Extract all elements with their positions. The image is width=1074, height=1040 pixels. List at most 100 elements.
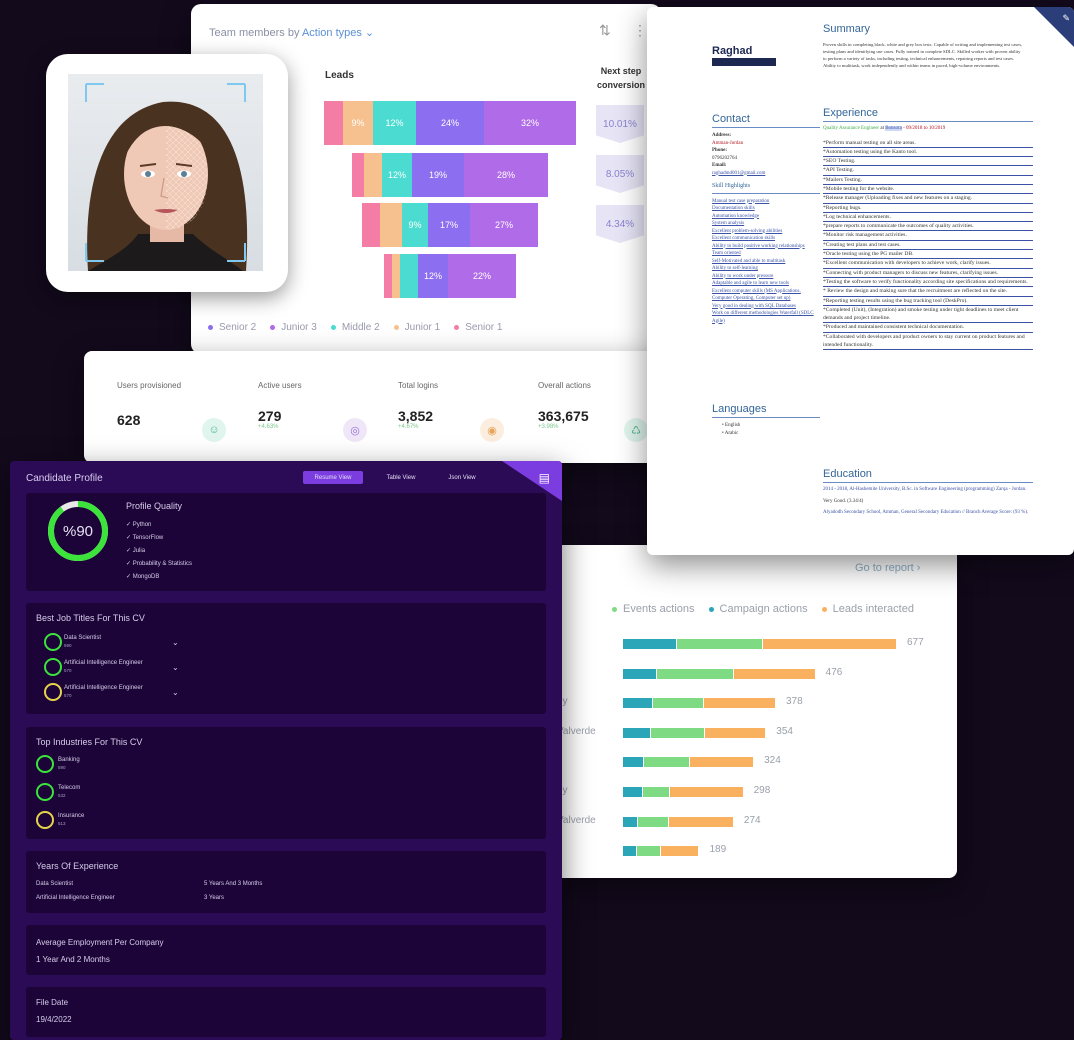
skill-highlight: Work on different methodologies Waterfal… bbox=[712, 311, 814, 324]
skill-highlight: Excellent problem-solving abilities bbox=[712, 228, 783, 234]
bar-segment-leads bbox=[734, 668, 815, 679]
resume-name: Raghad bbox=[712, 45, 776, 66]
skill-highlight: Ability to self-learning bbox=[712, 266, 758, 271]
stacked-bar bbox=[623, 668, 816, 679]
bar-segment-leads bbox=[763, 639, 896, 649]
stacked-bar bbox=[623, 727, 766, 738]
skill-highlight: Documentation skills bbox=[712, 206, 755, 211]
tab-json-view[interactable]: Json View bbox=[432, 471, 492, 484]
skill-highlight: Automation knowledge bbox=[712, 213, 760, 219]
experience-item: *Excellent communication with developers… bbox=[823, 259, 1033, 269]
contact-section: Contact Address: Amman-Jordan Phone: 079… bbox=[712, 113, 820, 325]
go-to-report-label: Go to report bbox=[855, 562, 914, 574]
job-item: Artificial Intelligence Engineer 570 bbox=[64, 685, 143, 698]
conversion-badge: 8.05% bbox=[596, 155, 644, 193]
funnel-segment: 12% bbox=[382, 153, 412, 197]
email-link[interactable]: raghadmd001@gmail.com bbox=[712, 170, 820, 178]
legend-item: Campaign actions bbox=[708, 603, 808, 615]
legend-item: Leads interacted bbox=[821, 603, 914, 615]
face-scan-image bbox=[68, 74, 263, 271]
login-icon: ◉ bbox=[480, 418, 504, 442]
skill-highlight: Excellent communication skills bbox=[712, 236, 776, 241]
funnel-segment: 22% bbox=[448, 254, 516, 298]
bar-value-label: 274 bbox=[743, 814, 761, 826]
languages-section: Languages • English • Arabic bbox=[712, 403, 820, 437]
tab-table-view[interactable]: Table View bbox=[371, 471, 431, 484]
conversion-badge: 10.01% bbox=[596, 105, 644, 143]
bar-value-label: 354 bbox=[776, 725, 793, 737]
industry-item: Insurance 513 bbox=[58, 813, 85, 826]
funnel-segment: 12% bbox=[418, 254, 448, 298]
go-to-report-link[interactable]: Go to report › bbox=[855, 562, 920, 574]
experience-item: *Perform manual testing on all site area… bbox=[823, 139, 1033, 148]
stat-value: 279 bbox=[258, 408, 282, 424]
skill-highlight: Team oriented bbox=[712, 251, 741, 256]
skill-highlight: System analysis bbox=[712, 221, 745, 226]
experience-item: *Monitor risk management activities. bbox=[823, 231, 1033, 241]
funnel-row: 12% 19% 28% bbox=[352, 153, 548, 197]
actions-bar-card: Go to report › Events actions Campaign a… bbox=[552, 545, 957, 878]
years-value: 3 Years bbox=[204, 895, 225, 901]
bar-segment-events bbox=[623, 727, 651, 738]
bars-legend: Events actions Campaign actions Leads in… bbox=[612, 603, 914, 615]
bar-value-label: 189 bbox=[709, 844, 727, 856]
job-item: Artificial Intelligence Engineer 570 bbox=[64, 660, 143, 673]
skill-item: ✓ Probability & Statistics bbox=[126, 561, 193, 567]
experience-section: Experience Quality Assurance Engineer at… bbox=[823, 107, 1033, 351]
legend-item: Senior 2 bbox=[208, 322, 256, 333]
skill-item: ✓ TensorFlow bbox=[126, 535, 164, 541]
sort-icon[interactable]: ⇅ bbox=[599, 22, 611, 39]
bar-segment-leads bbox=[660, 846, 699, 857]
bar-value-label: 324 bbox=[764, 755, 781, 767]
user-icon: ☺ bbox=[202, 418, 226, 442]
bar-segment-campaign bbox=[643, 757, 690, 768]
experience-item: *Connecting with product managers to dis… bbox=[823, 269, 1033, 278]
job-item: Data Scientist 590 bbox=[64, 635, 102, 648]
candidate-profile-panel: ▤ Candidate Profile Resume View Table Vi… bbox=[10, 461, 562, 1040]
stacked-bar bbox=[623, 757, 754, 768]
funnel-segment bbox=[352, 153, 364, 197]
activity-icon: ◎ bbox=[343, 418, 367, 442]
next-step-label: Next step conversion bbox=[596, 66, 645, 90]
avg-title: Average Employment Per Company bbox=[36, 938, 164, 947]
tab-resume-view[interactable]: Resume View bbox=[303, 471, 363, 484]
legend-item: Middle 2 bbox=[330, 322, 380, 333]
stats-card: Users provisioned 628 ☺ Active users 279… bbox=[84, 351, 724, 463]
bar-segment-events bbox=[623, 639, 676, 649]
funnel-segment bbox=[364, 153, 382, 197]
experience-item: *Testing the software to verify function… bbox=[823, 278, 1033, 288]
pin-icon[interactable]: ✎ bbox=[1062, 13, 1070, 24]
experience-item: *SEO Testing. bbox=[823, 157, 1033, 167]
stat-change: +4.63% bbox=[258, 424, 279, 430]
stacked-bar bbox=[623, 698, 776, 709]
file-date-value: 19/4/2022 bbox=[36, 1015, 72, 1024]
stat-value: 628 bbox=[117, 412, 141, 428]
bar-value-label: 298 bbox=[753, 785, 771, 796]
funnel-segment: 24% bbox=[416, 101, 484, 145]
bar-segment-campaign bbox=[677, 639, 762, 649]
bar-segment-leads bbox=[705, 727, 766, 738]
experience-item: *Oracle testing using the PG mailer DB. bbox=[823, 250, 1033, 260]
file-date-title: File Date bbox=[36, 998, 69, 1007]
chevron-down-icon[interactable]: ⌄ bbox=[172, 663, 179, 672]
funnel-segment bbox=[380, 203, 402, 247]
skill-highlight: Adaptable and agile to learn new tools bbox=[712, 281, 789, 286]
years-title: Years Of Experience bbox=[36, 861, 119, 871]
score-ring bbox=[44, 683, 62, 701]
chevron-down-icon[interactable]: ⌄ bbox=[172, 638, 179, 647]
document-icon[interactable]: ▤ bbox=[539, 471, 550, 485]
funnel-segment bbox=[324, 101, 343, 145]
experience-item: *Release manager (Uploading fixes and ne… bbox=[823, 194, 1033, 204]
experience-item: *Produced and maintained consistent tech… bbox=[823, 323, 1033, 333]
years-value: 5 Years And 3 Months bbox=[204, 881, 263, 887]
bar-segment-events bbox=[623, 787, 642, 797]
chevron-down-icon[interactable]: ⌄ bbox=[172, 688, 179, 697]
bar-segment-campaign bbox=[637, 816, 668, 827]
experience-item: *prepare reports to communicate the outc… bbox=[823, 222, 1033, 232]
face-recognition-card bbox=[46, 54, 288, 292]
action-types-dropdown[interactable]: Action types ⌄ bbox=[302, 27, 374, 39]
bar-segment-campaign bbox=[642, 787, 670, 797]
experience-item: *Log technical enhancements. bbox=[823, 213, 1033, 223]
more-menu-icon[interactable]: ⋮ bbox=[633, 22, 647, 39]
stat-active-users: Active users 279 +4.63% bbox=[258, 381, 302, 430]
